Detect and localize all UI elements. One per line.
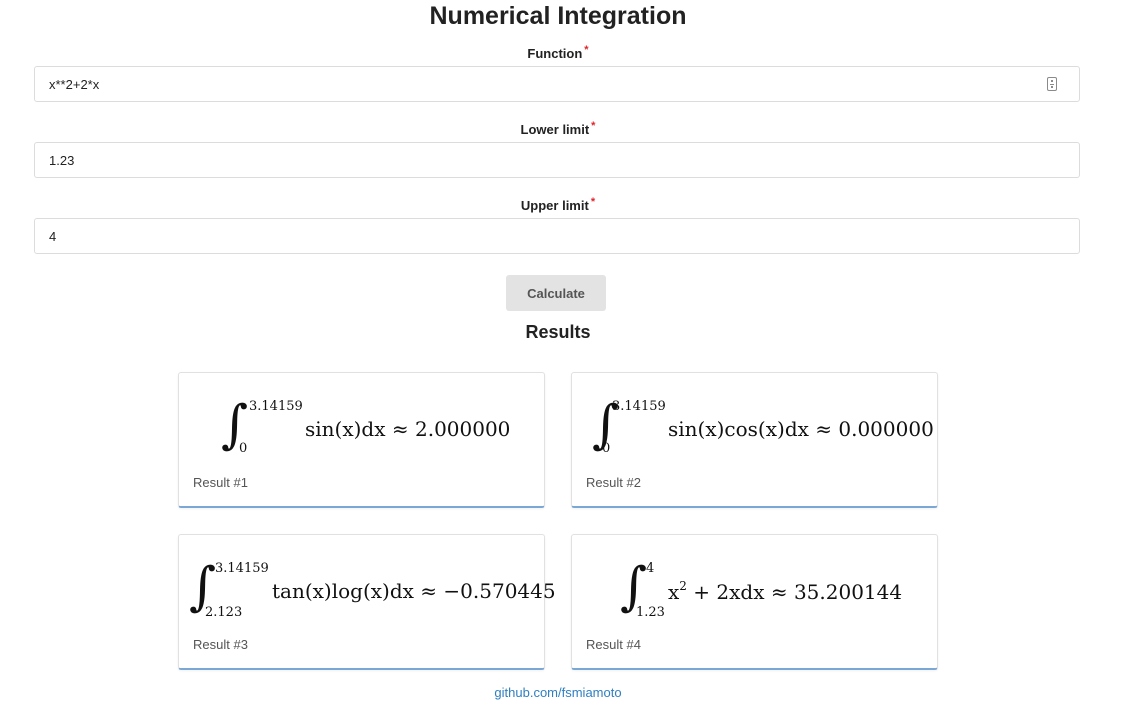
results-title: Results [525,322,591,342]
result-label: Result #4 [586,637,641,652]
lower-limit-label-text: Lower limit [520,122,590,137]
required-mark: * [591,120,596,132]
form-fill-icon[interactable] [1047,77,1057,91]
integrand-result: sin(x)cos(x)dx ≈ 0.000000 [668,417,934,441]
integrand-rest: + 2xdx ≈ 35.200144 [686,580,903,604]
upper-bound: 3.14159 [612,399,666,414]
integrand-exponent: 2 [679,579,687,593]
function-field[interactable] [34,66,1080,102]
integrand-result: sin(x)dx ≈ 2.000000 [305,417,511,441]
result-label: Result #2 [586,475,641,490]
required-mark: * [584,44,589,56]
integrand-result: tan(x)log(x)dx ≈ −0.570445 [272,579,556,603]
upper-bound: 4 [646,561,655,576]
lower-bound: 0 [602,441,611,456]
lower-bound: 0 [239,441,248,456]
lower-limit-input[interactable] [49,143,1009,177]
lower-bound: 2.123 [205,605,243,620]
result-card: ∫ 3.14159 0 sin(x)dx ≈ 2.000000 Result #… [178,372,545,508]
upper-limit-field[interactable] [34,218,1080,254]
required-mark: * [590,196,596,208]
upper-limit-label-text: Upper limit [520,198,589,213]
upper-bound: 3.14159 [215,561,269,576]
integrand-result: x2 + 2xdx ≈ 35.200144 [668,579,902,604]
lower-bound: 1.23 [636,605,665,620]
calculate-button[interactable]: Calculate [506,275,606,311]
github-link[interactable]: github.com/fsmiamoto [0,685,1116,700]
result-card: ∫ 3.14159 2.123 tan(x)log(x)dx ≈ −0.5704… [178,534,556,670]
page-title: Numerical Integration [429,2,687,30]
lower-limit-label: Lower limit * [0,120,1116,137]
result-card: ∫ 4 1.23 x2 + 2xdx ≈ 35.200144 Result #4 [571,534,938,670]
integrand-base: x [668,580,680,604]
function-input[interactable] [49,67,1009,101]
function-label: Function * [0,44,1116,61]
function-label-text: Function [527,46,583,61]
result-label: Result #3 [193,637,248,652]
upper-limit-label: Upper limit * [0,196,1116,213]
upper-limit-input[interactable] [49,219,1009,253]
result-card: ∫ 3.14159 0 sin(x)cos(x)dx ≈ 0.000000 Re… [571,372,938,508]
result-label: Result #1 [193,475,248,490]
upper-bound: 3.14159 [249,399,303,414]
lower-limit-field[interactable] [34,142,1080,178]
